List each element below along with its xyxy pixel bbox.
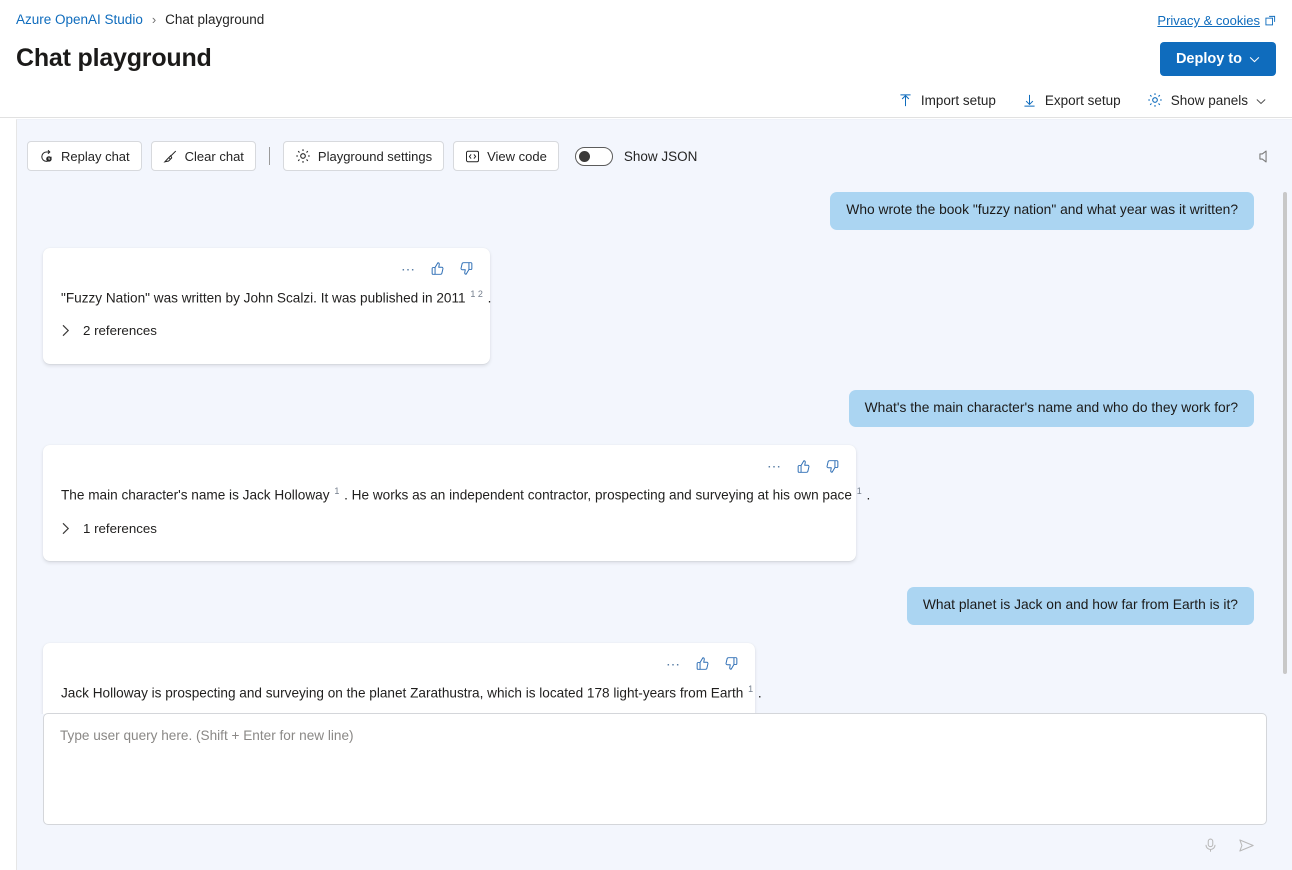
thumbs-down-icon[interactable] [825, 459, 840, 474]
assistant-text-tail: . [758, 685, 762, 700]
breadcrumb: Azure OpenAI Studio › Chat playground [16, 12, 264, 27]
export-setup-label: Export setup [1045, 93, 1121, 108]
clear-chat-button[interactable]: Clear chat [151, 141, 256, 171]
replay-chat-button[interactable]: Replay chat [27, 141, 142, 171]
import-setup-label: Import setup [921, 93, 996, 108]
references-count-label: 1 references [83, 521, 157, 536]
assistant-message-card: ⋯ Jack Holloway [43, 643, 755, 714]
citation-marker[interactable]: 1 [334, 486, 339, 496]
message-actions: ⋯ [61, 455, 840, 477]
citation-marker[interactable]: 1 [857, 486, 862, 496]
assistant-text-main: "Fuzzy Nation" was written by John Scalz… [61, 290, 466, 305]
assistant-message-card: ⋯ The main chara [43, 445, 856, 561]
assistant-message-text: "Fuzzy Nation" was written by John Scalz… [61, 288, 474, 308]
composer-actions [43, 834, 1266, 857]
assistant-message-card: ⋯ "Fuzzy Nation" [43, 248, 490, 364]
chat-transcript: Who wrote the book "fuzzy nation" and wh… [17, 192, 1292, 714]
playground-settings-button[interactable]: Playground settings [283, 141, 444, 171]
thumbs-up-icon[interactable] [430, 261, 445, 276]
show-json-toggle-group: Show JSON [575, 147, 698, 166]
scrollbar-thumb[interactable] [1283, 192, 1287, 674]
citation-markers[interactable]: 1 2 [470, 289, 483, 299]
chat-toolbar: Replay chat Clear chat Playground s [17, 120, 1292, 192]
breadcrumb-link-azure-openai-studio[interactable]: Azure OpenAI Studio [16, 12, 143, 27]
replay-chat-icon [39, 149, 54, 164]
assistant-text-mid: . He works as an independent contractor,… [344, 488, 852, 503]
breadcrumb-separator-icon: › [152, 13, 156, 26]
assistant-text-main: Jack Holloway is prospecting and surveyi… [61, 685, 743, 700]
chevron-right-icon [61, 324, 71, 337]
breadcrumb-current-chat-playground: Chat playground [165, 12, 264, 27]
playground-settings-label: Playground settings [318, 149, 432, 164]
chevron-right-icon [61, 522, 71, 535]
assistant-text-tail: . [867, 488, 871, 503]
external-link-icon [1265, 15, 1276, 26]
command-bar: Import setup Export setup Show panels [882, 85, 1276, 115]
code-icon [465, 149, 480, 164]
thumbs-down-icon[interactable] [724, 656, 739, 671]
import-setup-button[interactable]: Import setup [888, 85, 1006, 115]
chat-message-row: Who wrote the book "fuzzy nation" and wh… [43, 192, 1266, 230]
user-message-bubble: What planet is Jack on and how far from … [907, 587, 1254, 625]
gear-icon [1147, 92, 1163, 108]
page-title: Chat playground [16, 44, 212, 73]
assistant-text-main: The main character's name is Jack Hollow… [61, 488, 330, 503]
clear-chat-label: Clear chat [185, 149, 244, 164]
chat-input[interactable] [58, 726, 1252, 812]
view-code-button[interactable]: View code [453, 141, 559, 171]
chevron-down-icon [1249, 51, 1260, 67]
speaker-mute-icon[interactable] [1251, 144, 1280, 169]
page-header: Azure OpenAI Studio › Chat playground Ch… [0, 0, 1292, 118]
assistant-message-text: Jack Holloway is prospecting and surveyi… [61, 683, 739, 703]
chat-message-row: ⋯ Jack Holloway [43, 643, 1266, 714]
composer-area [17, 713, 1292, 870]
toolbar-divider [269, 147, 270, 165]
thumbs-down-icon[interactable] [459, 261, 474, 276]
microphone-icon[interactable] [1200, 835, 1221, 856]
chevron-down-icon [1256, 93, 1266, 108]
replay-chat-label: Replay chat [61, 149, 130, 164]
show-json-toggle[interactable] [575, 147, 613, 166]
view-code-label: View code [487, 149, 547, 164]
broom-icon [163, 149, 178, 164]
privacy-link-label: Privacy & cookies [1157, 13, 1260, 28]
message-actions: ⋯ [61, 653, 739, 675]
references-expander[interactable]: 2 references [61, 323, 157, 338]
user-message-bubble: Who wrote the book "fuzzy nation" and wh… [830, 192, 1254, 230]
privacy-and-cookies-link[interactable]: Privacy & cookies [1157, 13, 1276, 28]
more-options-icon[interactable]: ⋯ [767, 461, 782, 471]
import-arrow-up-icon [898, 93, 913, 108]
gear-icon [295, 148, 311, 164]
toggle-knob [579, 151, 590, 162]
export-arrow-down-icon [1022, 93, 1037, 108]
chat-message-row: What's the main character's name and who… [43, 390, 1266, 428]
thumbs-up-icon[interactable] [695, 656, 710, 671]
thumbs-up-icon[interactable] [796, 459, 811, 474]
chat-playground-panel: Replay chat Clear chat Playground s [16, 119, 1292, 870]
chat-message-row: ⋯ "Fuzzy Nation" [43, 248, 1266, 364]
more-options-icon[interactable]: ⋯ [401, 264, 416, 274]
export-setup-button[interactable]: Export setup [1012, 85, 1131, 115]
references-count-label: 2 references [83, 323, 157, 338]
send-icon[interactable] [1235, 834, 1258, 857]
citation-marker[interactable]: 1 [748, 684, 753, 694]
show-panels-button[interactable]: Show panels [1137, 85, 1276, 115]
show-json-label: Show JSON [624, 149, 698, 164]
message-actions: ⋯ [61, 258, 474, 280]
transcript-scrollbar[interactable] [1282, 192, 1288, 674]
chat-message-row: What planet is Jack on and how far from … [43, 587, 1266, 625]
chat-message-row: ⋯ The main chara [43, 445, 1266, 561]
show-panels-label: Show panels [1171, 93, 1248, 108]
user-message-bubble: What's the main character's name and who… [849, 390, 1254, 428]
deploy-to-label: Deploy to [1176, 51, 1242, 67]
assistant-message-text: The main character's name is Jack Hollow… [61, 485, 840, 505]
composer-box[interactable] [43, 713, 1267, 825]
deploy-to-button[interactable]: Deploy to [1160, 42, 1276, 76]
more-options-icon[interactable]: ⋯ [666, 659, 681, 669]
assistant-text-tail: . [488, 290, 492, 305]
references-expander[interactable]: 1 references [61, 521, 157, 536]
